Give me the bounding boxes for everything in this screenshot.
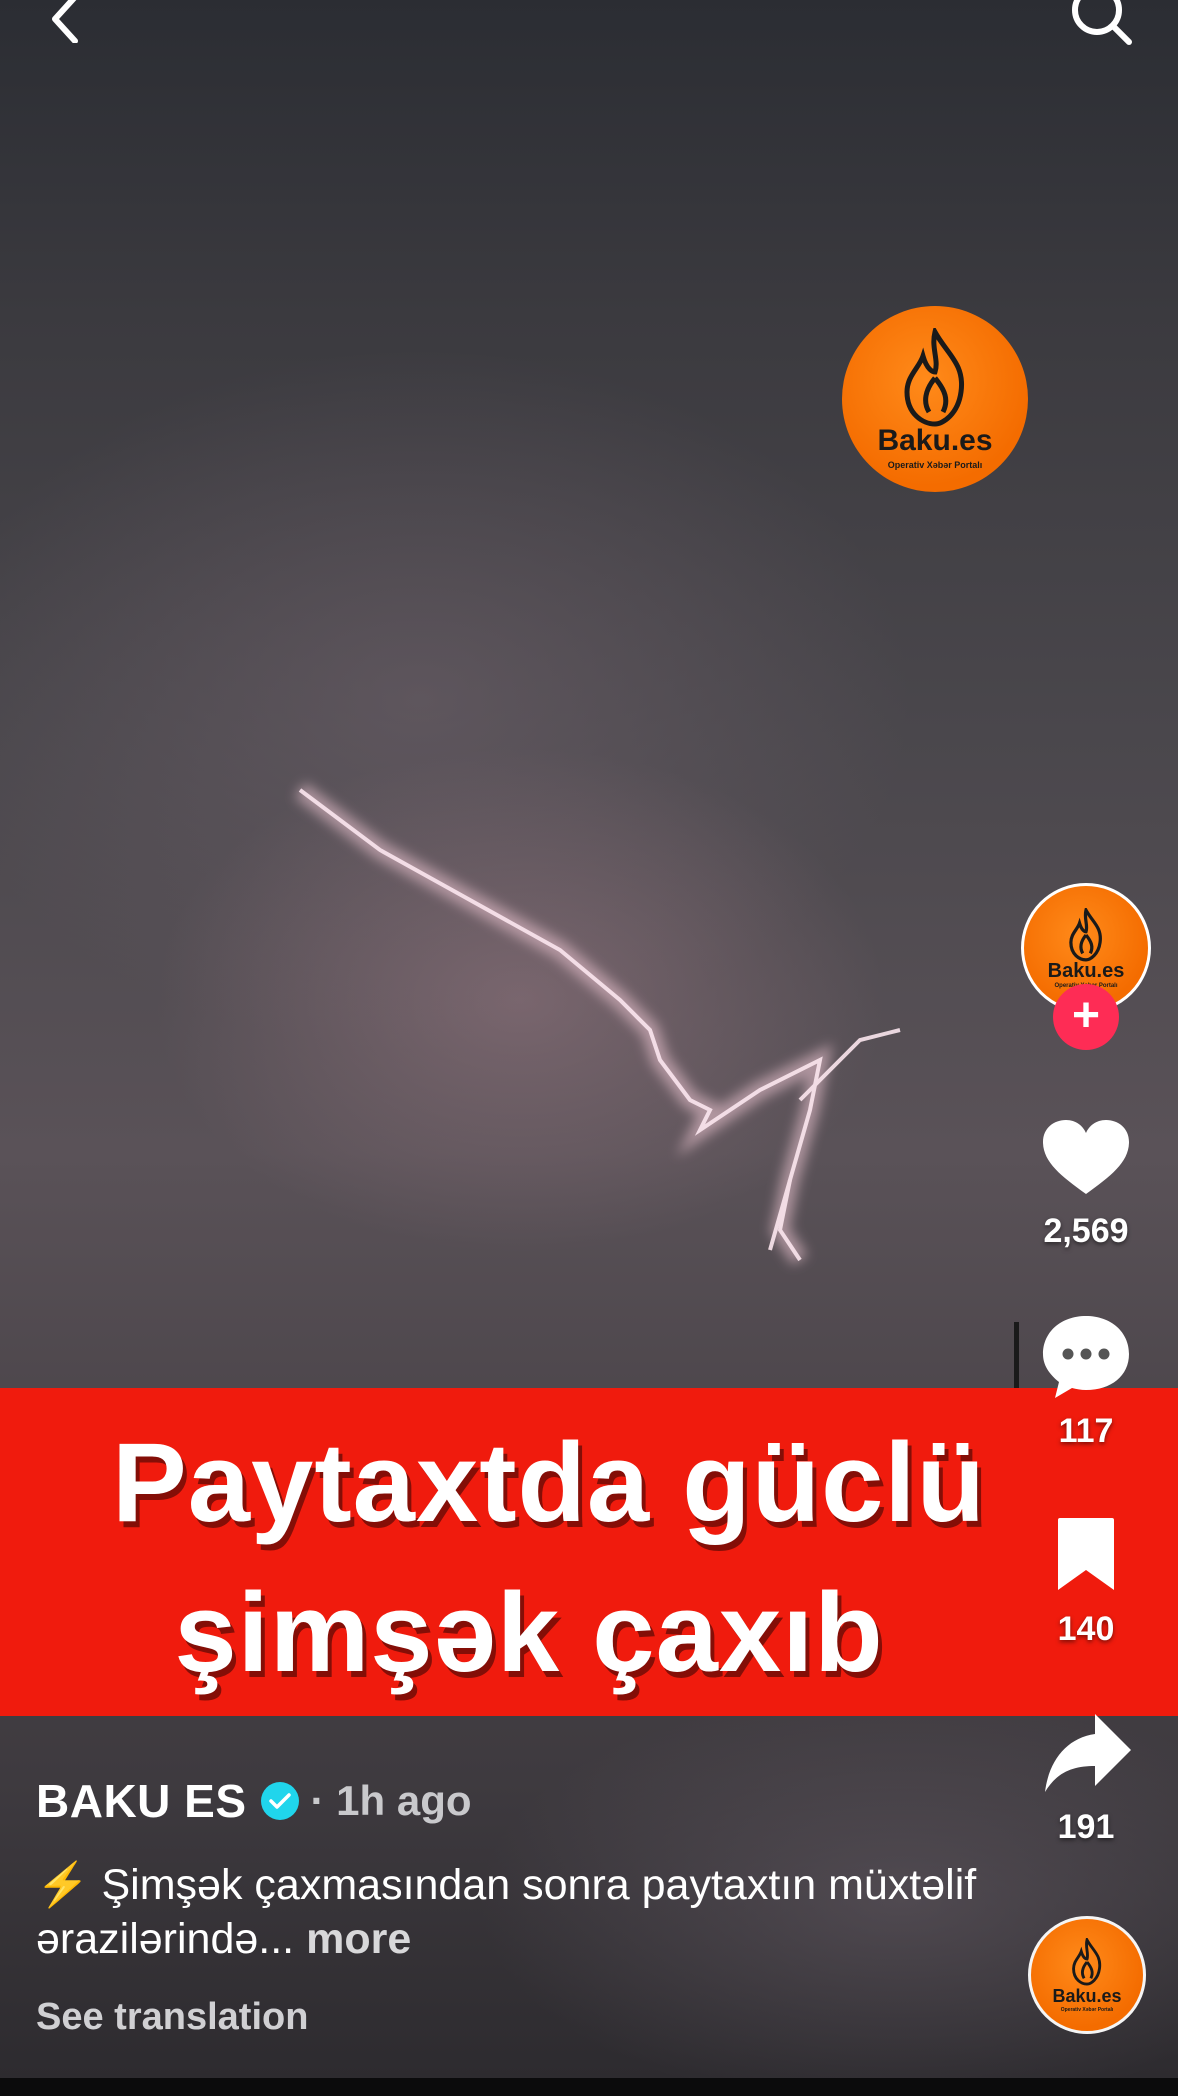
author-name[interactable]: BAKU ES bbox=[36, 1774, 247, 1828]
share-button[interactable] bbox=[1036, 1712, 1140, 1798]
video-player[interactable]: Baku.es Operativ Xəbər Portalı Paytaxtda… bbox=[0, 0, 1178, 2096]
watermark-brand: Baku.es bbox=[877, 424, 993, 457]
search-button[interactable] bbox=[1066, 0, 1138, 48]
comment-icon bbox=[1043, 1316, 1129, 1398]
like-button[interactable] bbox=[1026, 1118, 1146, 1210]
sound-disc[interactable]: Baku.es Operativ Xəbər Portalı bbox=[1028, 1916, 1146, 2034]
plus-icon: + bbox=[1071, 989, 1101, 1042]
save-count: 140 bbox=[1057, 1610, 1115, 1648]
verified-icon bbox=[260, 1782, 299, 1820]
flame-logo-icon bbox=[904, 328, 965, 427]
headline-line-2: şimşək çaxıb bbox=[174, 1570, 884, 1695]
caption-more-link[interactable]: more bbox=[306, 1915, 411, 1963]
lightning-bolt-glow bbox=[294, 782, 833, 1265]
baku-es-watermark-logo: Baku.es Operativ Xəbər Portalı bbox=[842, 306, 1028, 492]
search-icon bbox=[1072, 0, 1132, 45]
sound-disc-brand: Baku.es bbox=[1052, 1985, 1122, 2006]
watermark-tagline: Operativ Xəbər Portalı bbox=[887, 460, 983, 470]
follow-button[interactable]: + bbox=[1053, 984, 1119, 1050]
sound-disc-tagline: Operativ Xəbər Portalı bbox=[1060, 2006, 1114, 2013]
heart-icon bbox=[1043, 1120, 1129, 1194]
avatar-brand: Baku.es bbox=[1047, 959, 1125, 982]
post-meta: BAKU ES · 1h ago bbox=[36, 1774, 472, 1828]
comment-count: 117 bbox=[1058, 1412, 1114, 1450]
lightning-bolt bbox=[298, 788, 901, 1262]
bookmark-icon bbox=[1058, 1518, 1114, 1590]
flame-logo-icon bbox=[1072, 1937, 1102, 1986]
share-count: 191 bbox=[1057, 1808, 1115, 1846]
back-icon bbox=[52, 0, 78, 43]
headline-line-1: Paytaxtda güclü bbox=[112, 1420, 986, 1545]
post-time: · 1h ago bbox=[310, 1777, 472, 1824]
top-bar bbox=[0, 0, 1178, 60]
comment-button[interactable] bbox=[1036, 1314, 1136, 1406]
lightning-icon: ⚡ bbox=[36, 1861, 90, 1909]
save-button[interactable] bbox=[1050, 1516, 1122, 1596]
caption-text: Şimşək çaxmasından sonra paytaxtın müxtə… bbox=[36, 1861, 977, 1963]
flame-logo-icon bbox=[1069, 907, 1102, 961]
see-translation-link[interactable]: See translation bbox=[36, 1996, 308, 2039]
back-button[interactable] bbox=[40, 0, 90, 46]
post-caption[interactable]: ⚡ Şimşək çaxmasından sonra paytaxtın müx… bbox=[36, 1858, 996, 1966]
share-icon bbox=[1045, 1714, 1131, 1792]
like-count: 2,569 bbox=[1043, 1212, 1129, 1250]
bottom-edge bbox=[0, 2078, 1178, 2096]
antenna-pole bbox=[1014, 1322, 1019, 1390]
